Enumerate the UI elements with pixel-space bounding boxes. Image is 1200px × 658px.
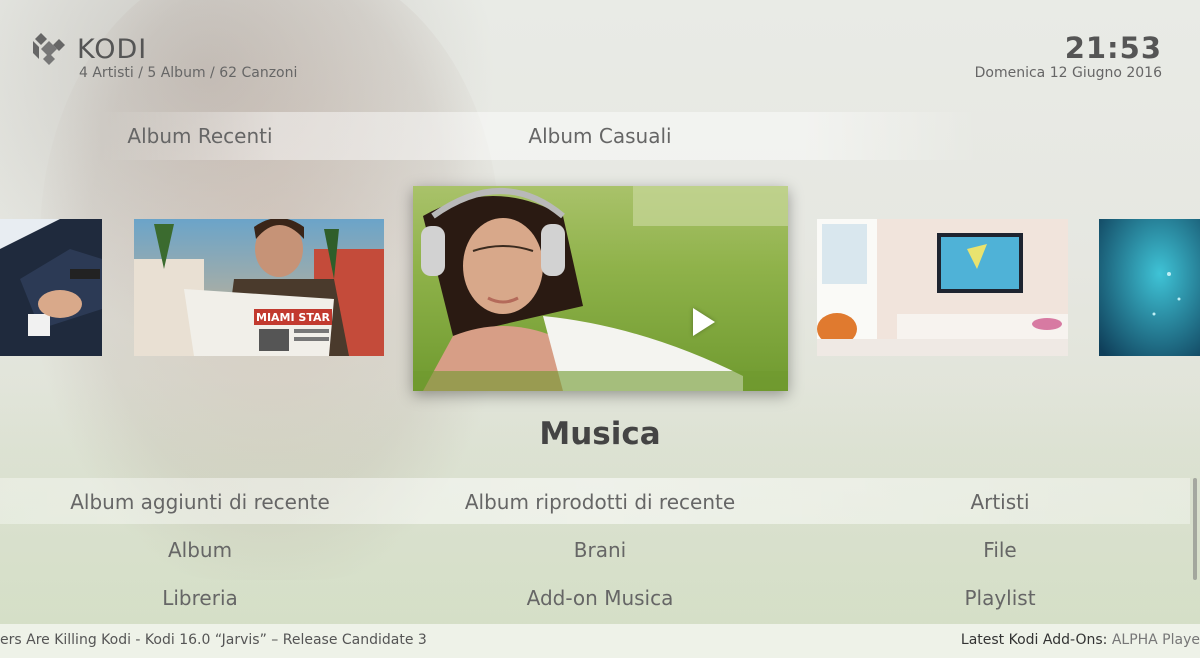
underwater-thumbnail: [1099, 219, 1200, 356]
carousel-item-dexter[interactable]: MIAMI STAR: [134, 219, 384, 356]
carousel-item-livingroom[interactable]: [817, 219, 1068, 356]
menu-scrollbar[interactable]: [1193, 478, 1197, 580]
clock: 21:53: [1064, 31, 1162, 65]
menu-playlist[interactable]: Playlist: [964, 586, 1035, 610]
news-ticker: ers Are Killing Kodi - Kodi 16.0 “Jarvis…: [0, 632, 427, 648]
app-name: KODI: [77, 33, 148, 65]
living-room-tv-thumbnail: [817, 219, 1068, 356]
carousel-item-underwater[interactable]: [1099, 219, 1200, 356]
newspaper-headline: MIAMI STAR: [256, 311, 331, 324]
kodi-logo-icon: [33, 33, 65, 65]
menu-addon-musica[interactable]: Add-on Musica: [527, 586, 674, 610]
section-title: Musica: [539, 416, 661, 452]
suit-gun-thumbnail: [0, 219, 102, 356]
play-arrow-icon: [693, 308, 715, 336]
menu-album-riprodotti[interactable]: Album riprodotti di recente: [465, 490, 735, 514]
latest-addons-label: Latest Kodi Add-Ons:: [960, 632, 1108, 648]
woman-headphones-thumbnail: [413, 186, 788, 391]
menu-album[interactable]: Album: [168, 538, 232, 562]
tab-album-recenti[interactable]: Album Recenti: [127, 124, 272, 148]
dexter-miami-star-thumbnail: MIAMI STAR: [134, 219, 384, 356]
date: Domenica 12 Giugno 2016: [974, 65, 1162, 81]
tab-album-casuali[interactable]: Album Casuali: [528, 124, 671, 148]
menu-file[interactable]: File: [983, 538, 1016, 562]
carousel-item-suit[interactable]: [0, 219, 102, 356]
carousel-item-focused[interactable]: [413, 186, 788, 391]
menu-brani[interactable]: Brani: [574, 538, 626, 562]
menu-album-aggiunti[interactable]: Album aggiunti di recente: [70, 490, 330, 514]
latest-addons-value: ALPHA Playe: [1111, 632, 1200, 648]
latest-addons: Latest Kodi Add-Ons: ALPHA Playe: [961, 632, 1200, 648]
menu-artisti[interactable]: Artisti: [970, 490, 1029, 514]
library-summary: 4 Artisti / 5 Album / 62 Canzoni: [79, 65, 298, 81]
menu-libreria[interactable]: Libreria: [162, 586, 238, 610]
kodi-logo[interactable]: KODI: [31, 31, 147, 67]
